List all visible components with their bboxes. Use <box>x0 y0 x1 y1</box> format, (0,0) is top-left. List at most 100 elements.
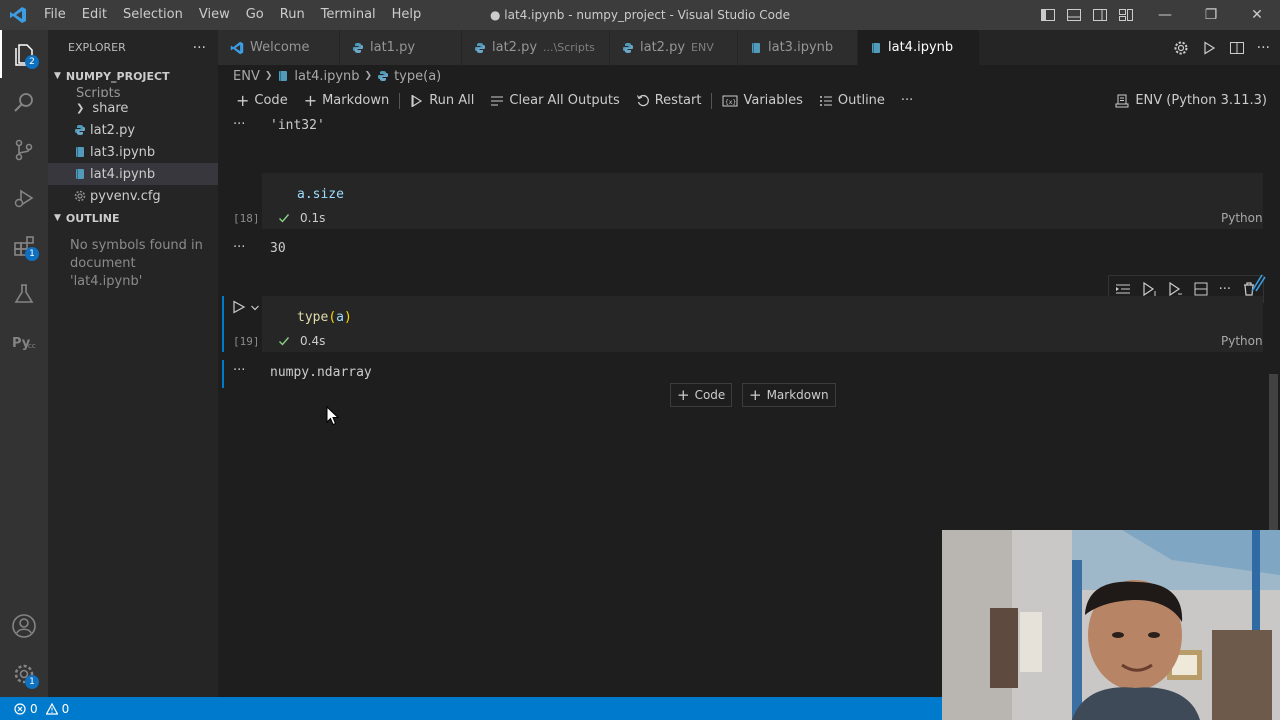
webcam-overlay <box>942 530 1280 720</box>
menu-terminal[interactable]: Terminal <box>313 0 384 30</box>
insert-code-cell-button[interactable]: + Code <box>670 383 733 407</box>
code-cell-19[interactable]: type(a) <box>262 296 1263 352</box>
cell-code[interactable]: a.size <box>297 187 344 202</box>
search-icon[interactable] <box>0 78 48 126</box>
restore-icon[interactable]: ❐ <box>1188 0 1234 30</box>
run-play-icon[interactable] <box>1201 40 1217 56</box>
breadcrumb-env[interactable]: ENV <box>233 69 260 84</box>
manage-gear-icon[interactable]: 1 <box>0 650 48 698</box>
minimize-icon[interactable]: — <box>1142 0 1188 30</box>
clear-outputs-icon <box>491 96 504 105</box>
toggle-secondary-sidebar-icon[interactable] <box>1092 7 1108 23</box>
account-icon[interactable] <box>0 602 48 650</box>
tree-item-lat4-ipynb[interactable]: lat4.ipynb <box>48 163 218 185</box>
menu-view[interactable]: View <box>191 0 238 30</box>
run-all-button[interactable]: Run All <box>402 87 482 114</box>
kernel-label: ENV (Python 3.11.3) <box>1135 93 1267 108</box>
menu-selection[interactable]: Selection <box>115 0 191 30</box>
restart-button[interactable]: Restart <box>628 87 710 114</box>
outline-empty-message: No symbols found in document 'lat4.ipynb… <box>70 238 203 289</box>
notebook-toolbar: + Code + Markdown Run All Clear All Outp… <box>218 87 1280 114</box>
toggle-panel-icon[interactable] <box>1066 7 1082 23</box>
cell-language[interactable]: Python <box>1221 334 1263 348</box>
tree-item-scripts[interactable]: Scripts <box>48 87 218 97</box>
notebook-file-icon <box>76 147 84 157</box>
more-actions-icon[interactable]: ··· <box>193 40 206 56</box>
tab-lat3-ipynb[interactable]: lat3.ipynb <box>738 30 858 65</box>
plus-icon: + <box>749 386 762 404</box>
chevron-down-icon[interactable] <box>250 302 260 317</box>
outline-section-header[interactable]: ▼ OUTLINE <box>48 207 218 229</box>
close-icon[interactable]: ✕ <box>1234 0 1280 30</box>
variables-button[interactable]: {x} Variables <box>714 87 810 114</box>
chevron-right-icon: ❯ <box>76 102 85 114</box>
menu-run[interactable]: Run <box>272 0 313 30</box>
menu-go[interactable]: Go <box>238 0 272 30</box>
outline-button[interactable]: Outline <box>811 87 893 114</box>
menu-help[interactable]: Help <box>384 0 430 30</box>
tab-lat1-py[interactable]: lat1.py <box>340 30 462 65</box>
more-actions-icon[interactable]: ··· <box>1219 282 1231 297</box>
toggle-primary-sidebar-icon[interactable] <box>1040 7 1056 23</box>
toolbar-divider <box>711 92 713 109</box>
problems-indicator[interactable]: 0 0 <box>14 702 69 716</box>
split-cell-icon[interactable] <box>1193 281 1209 297</box>
breadcrumb-file[interactable]: lat4.ipynb <box>294 69 359 84</box>
toolbar-more-button[interactable]: ··· <box>893 87 921 114</box>
tree-item-share[interactable]: ❯ share <box>48 97 218 119</box>
tree-item-pyvenv-cfg[interactable]: pyvenv.cfg <box>48 185 218 207</box>
mouse-cursor-icon <box>326 405 340 430</box>
cell-language[interactable]: Python <box>1221 211 1263 225</box>
check-icon <box>279 214 290 223</box>
output-more-button[interactable]: ··· <box>233 240 245 255</box>
output-more-button[interactable]: ··· <box>233 363 245 378</box>
kernel-picker[interactable]: ENV (Python 3.11.3) <box>1115 87 1267 114</box>
settings-gear-icon[interactable] <box>1173 40 1189 56</box>
extensions-badge: 1 <box>25 247 39 261</box>
tab-welcome[interactable]: Welcome <box>218 30 340 65</box>
execute-and-below-icon[interactable] <box>1167 281 1183 297</box>
restart-icon <box>636 94 649 106</box>
source-control-icon[interactable] <box>0 126 48 174</box>
breadcrumb-cell[interactable]: type(a) <box>394 69 441 84</box>
add-markdown-cell-button[interactable]: + Markdown <box>296 87 398 114</box>
tree-item-lat3-ipynb[interactable]: lat3.ipynb <box>48 141 218 163</box>
menu-edit[interactable]: Edit <box>74 0 115 30</box>
notebook-file-icon <box>870 42 882 54</box>
explorer-title: EXPLORER <box>68 41 126 54</box>
warning-icon <box>45 702 58 715</box>
add-code-cell-button[interactable]: + Code <box>228 87 296 114</box>
output-more-button[interactable]: ··· <box>233 117 245 132</box>
run-debug-icon[interactable] <box>0 174 48 222</box>
cell-output: 'int32' <box>270 118 325 133</box>
run-above-icon[interactable] <box>1115 281 1131 297</box>
execution-time: 0.4s <box>300 334 326 348</box>
python-environments-icon[interactable]: Py cc <box>0 318 48 366</box>
clear-all-outputs-button[interactable]: Clear All Outputs <box>482 87 627 114</box>
svg-text:cc: cc <box>28 342 36 350</box>
output-focus-indicator <box>222 360 224 388</box>
tab-lat2-py-env[interactable]: lat2.py ENV <box>610 30 738 65</box>
run-cell-play-icon[interactable] <box>232 300 246 318</box>
customize-layout-icon[interactable] <box>1118 7 1134 23</box>
chevron-down-icon: ▼ <box>54 71 61 81</box>
code-cell-18[interactable]: a.size <box>262 173 1263 229</box>
cell-focus-indicator <box>222 296 224 352</box>
split-editor-icon[interactable] <box>1229 40 1245 56</box>
testing-flask-icon[interactable] <box>0 270 48 318</box>
cell-code[interactable]: type(a) <box>297 310 352 325</box>
explorer-icon[interactable]: 2 <box>0 30 48 78</box>
cell-status: 0.1s <box>278 211 325 225</box>
more-actions-icon[interactable]: ··· <box>1257 40 1270 56</box>
notebook-file-icon <box>750 42 762 54</box>
project-section-header[interactable]: ▼ NUMPY_PROJECT <box>48 65 218 87</box>
check-icon <box>279 337 290 346</box>
menu-file[interactable]: File <box>36 0 74 30</box>
insert-markdown-cell-button[interactable]: + Markdown <box>742 383 836 407</box>
tab-lat2-py-scripts[interactable]: lat2.py ...\Scripts <box>462 30 610 65</box>
cell-status: 0.4s <box>278 334 325 348</box>
run-below-icon[interactable] <box>1141 281 1157 297</box>
tab-lat4-ipynb[interactable]: lat4.ipynb <box>858 30 980 65</box>
tree-item-lat2-py[interactable]: lat2.py <box>48 119 218 141</box>
extensions-icon[interactable]: 1 <box>0 222 48 270</box>
